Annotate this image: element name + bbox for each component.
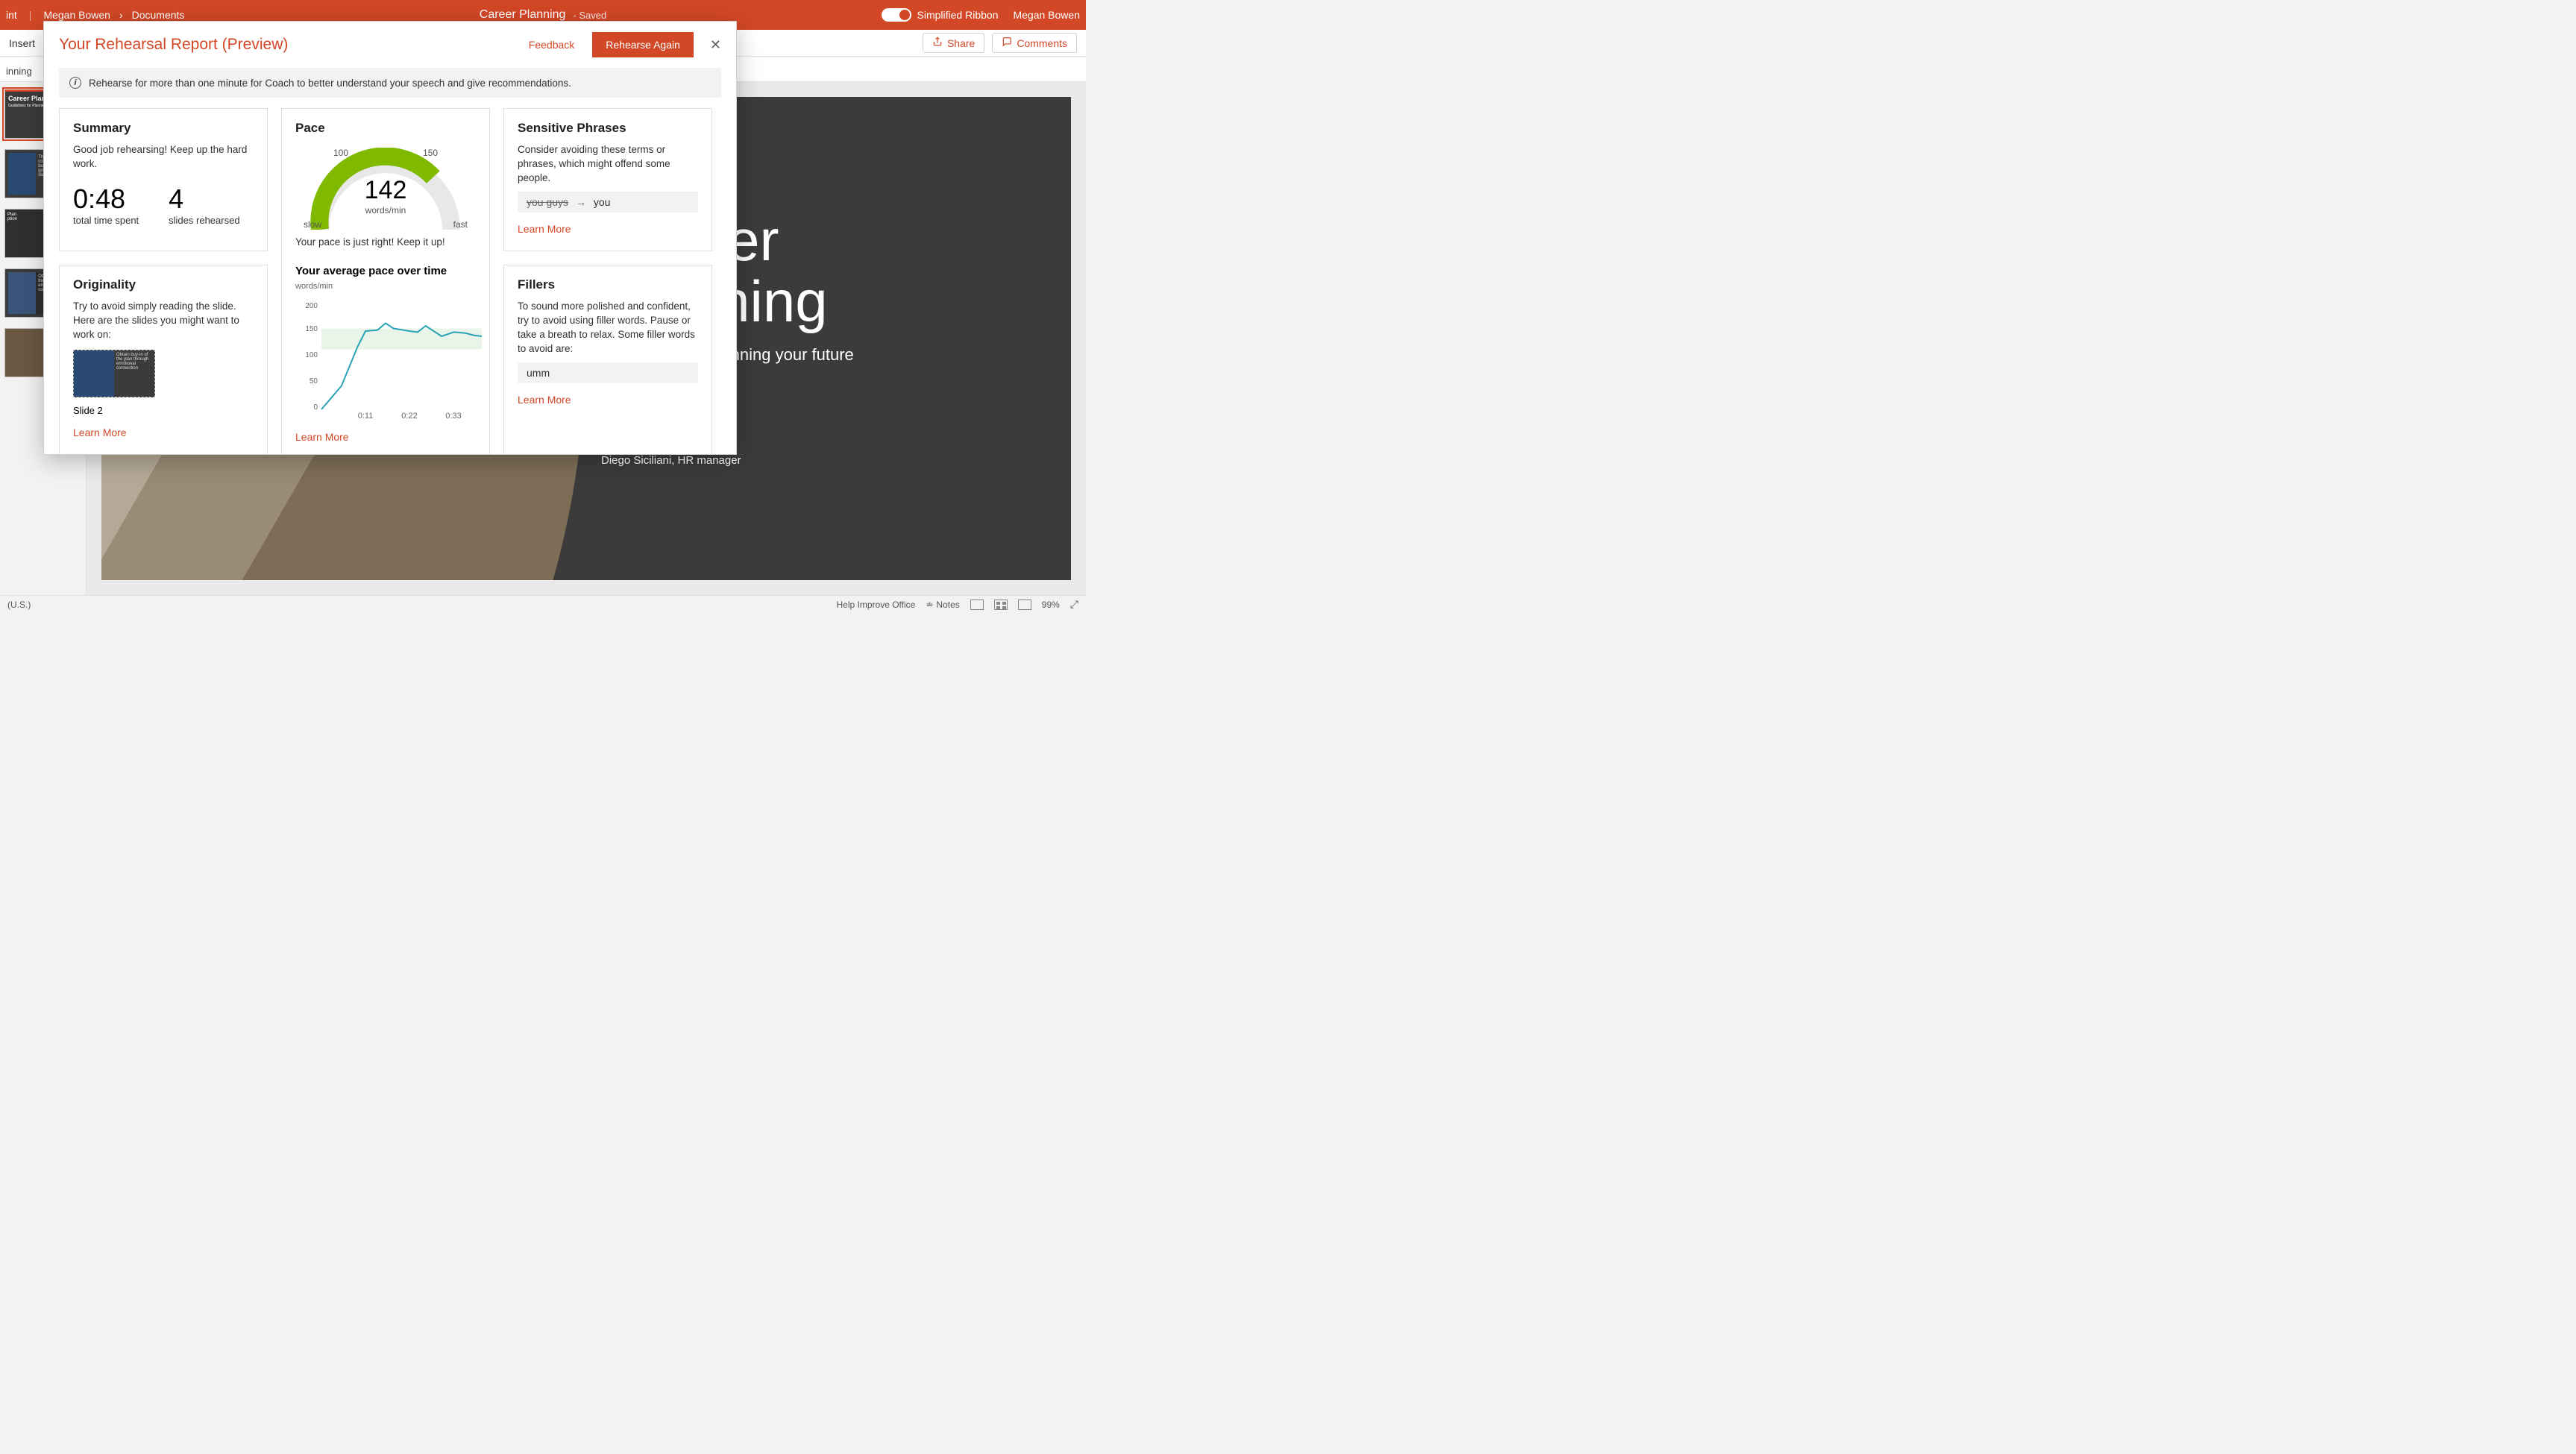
slides-rehearsed-label: slides rehearsed bbox=[169, 215, 239, 226]
gauge-fast-label: fast bbox=[453, 219, 468, 230]
status-bar: (U.S.) Help Improve Office ≐ Notes 99% ⤢ bbox=[0, 595, 1086, 613]
tab-insert[interactable]: Insert bbox=[9, 37, 35, 49]
sensitive-heading: Sensitive Phrases bbox=[518, 121, 698, 136]
notes-button[interactable]: ≐ Notes bbox=[926, 599, 959, 610]
gauge-max-label: 150 bbox=[423, 148, 438, 158]
notes-icon: ≐ bbox=[926, 599, 933, 610]
breadcrumb-user[interactable]: Megan Bowen bbox=[43, 9, 110, 21]
info-banner-text: Rehearse for more than one minute for Co… bbox=[89, 78, 571, 89]
sensitive-learn-more-link[interactable]: Learn More bbox=[518, 223, 698, 235]
summary-card: Summary Good job rehearsing! Keep up the… bbox=[59, 108, 268, 251]
arrow-right-icon: → bbox=[576, 196, 586, 208]
slides-rehearsed-value: 4 bbox=[169, 183, 239, 215]
gauge-slow-label: slow bbox=[304, 219, 321, 230]
pace-x-tick: 0:33 bbox=[445, 412, 461, 421]
rehearsal-report-dialog: Your Rehearsal Report (Preview) Feedback… bbox=[43, 21, 737, 455]
sensitive-suggestion-chip: you guys → you bbox=[518, 192, 698, 213]
dialog-header: Your Rehearsal Report (Preview) Feedback… bbox=[44, 22, 736, 65]
svg-text:200: 200 bbox=[305, 302, 318, 310]
cards-grid: Summary Good job rehearsing! Keep up the… bbox=[44, 108, 736, 454]
share-label: Share bbox=[947, 37, 975, 49]
chevron-right-icon: › bbox=[119, 9, 123, 21]
close-icon: ✕ bbox=[710, 37, 721, 52]
separator: | bbox=[29, 9, 32, 21]
sorter-view-button[interactable] bbox=[994, 599, 1008, 610]
gauge-min-label: 100 bbox=[333, 148, 348, 158]
app-name-fragment: int bbox=[6, 9, 17, 21]
help-improve-office-button[interactable]: Help Improve Office bbox=[837, 599, 916, 610]
fillers-card: Fillers To sound more polished and confi… bbox=[503, 265, 712, 454]
filler-word-chip: umm bbox=[518, 362, 698, 383]
info-banner: i Rehearse for more than one minute for … bbox=[59, 68, 721, 98]
pace-card: Pace 100 150 slow fast 142 words/min You… bbox=[281, 108, 490, 454]
comments-button[interactable]: Comments bbox=[992, 33, 1077, 53]
total-time-value: 0:48 bbox=[73, 183, 139, 215]
svg-text:100: 100 bbox=[305, 351, 318, 359]
account-name[interactable]: Megan Bowen bbox=[1013, 9, 1080, 21]
share-icon bbox=[932, 37, 943, 49]
summary-heading: Summary bbox=[73, 121, 254, 136]
summary-message: Good job rehearsing! Keep up the hard wo… bbox=[73, 143, 254, 171]
pace-y-axis-label: words/min bbox=[295, 282, 476, 291]
sensitive-phrases-card: Sensitive Phrases Consider avoiding thes… bbox=[503, 108, 712, 251]
pace-learn-more-link[interactable]: Learn More bbox=[295, 431, 476, 443]
svg-text:50: 50 bbox=[310, 377, 318, 385]
fit-to-window-button[interactable]: ⤢ bbox=[1070, 598, 1078, 611]
originality-message: Try to avoid simply reading the slide. H… bbox=[73, 300, 254, 342]
originality-card: Originality Try to avoid simply reading … bbox=[59, 265, 268, 454]
originality-slide-thumbnail[interactable]: Obtain buy-in of the plan through emotio… bbox=[73, 350, 155, 397]
feedback-link[interactable]: Feedback bbox=[529, 39, 574, 51]
fillers-heading: Fillers bbox=[518, 277, 698, 292]
pace-message: Your pace is just right! Keep it up! bbox=[295, 236, 476, 250]
share-button[interactable]: Share bbox=[923, 33, 984, 53]
ribbon-group-label: inning bbox=[6, 66, 32, 77]
info-icon: i bbox=[69, 77, 81, 89]
document-title[interactable]: Career Planning - Saved bbox=[480, 8, 606, 22]
rehearse-again-button[interactable]: Rehearse Again bbox=[592, 32, 694, 57]
originality-heading: Originality bbox=[73, 277, 254, 292]
svg-text:150: 150 bbox=[305, 325, 318, 333]
save-status: - Saved bbox=[573, 10, 606, 21]
breadcrumb-folder[interactable]: Documents bbox=[132, 9, 185, 21]
svg-text:0: 0 bbox=[313, 403, 318, 412]
pace-value: 142 bbox=[304, 176, 468, 205]
pace-x-tick: 0:11 bbox=[358, 412, 374, 421]
total-time-label: total time spent bbox=[73, 215, 139, 226]
pace-gauge: 100 150 slow fast 142 words/min bbox=[304, 148, 468, 230]
originality-learn-more-link[interactable]: Learn More bbox=[73, 427, 254, 438]
comments-label: Comments bbox=[1017, 37, 1067, 49]
document-name: Career Planning bbox=[480, 8, 566, 22]
sensitive-good-term: you bbox=[594, 196, 611, 208]
dialog-title: Your Rehearsal Report (Preview) bbox=[59, 36, 529, 54]
pace-line-chart: 0 50 100 150 200 0:11 0:22 0:33 bbox=[295, 294, 482, 421]
fillers-learn-more-link[interactable]: Learn More bbox=[518, 394, 698, 406]
reading-view-button[interactable] bbox=[1018, 599, 1031, 610]
zoom-level[interactable]: 99% bbox=[1042, 599, 1060, 610]
sensitive-bad-term: you guys bbox=[527, 196, 568, 208]
pace-over-time-heading: Your average pace over time bbox=[295, 265, 476, 277]
slide-byline: Diego Siciliani, HR manager bbox=[601, 454, 741, 467]
normal-view-button[interactable] bbox=[970, 599, 984, 610]
close-button[interactable]: ✕ bbox=[710, 37, 721, 53]
language-status[interactable]: (U.S.) bbox=[7, 599, 31, 610]
simplified-ribbon-label: Simplified Ribbon bbox=[917, 9, 999, 21]
pace-x-tick: 0:22 bbox=[401, 412, 417, 421]
sensitive-message: Consider avoiding these terms or phrases… bbox=[518, 143, 698, 186]
pace-heading: Pace bbox=[295, 121, 476, 136]
simplified-ribbon-toggle[interactable] bbox=[882, 8, 911, 22]
comment-icon bbox=[1002, 37, 1012, 49]
fillers-message: To sound more polished and confident, tr… bbox=[518, 300, 698, 356]
pace-unit: words/min bbox=[304, 205, 468, 215]
originality-slide-caption: Slide 2 bbox=[73, 405, 254, 416]
